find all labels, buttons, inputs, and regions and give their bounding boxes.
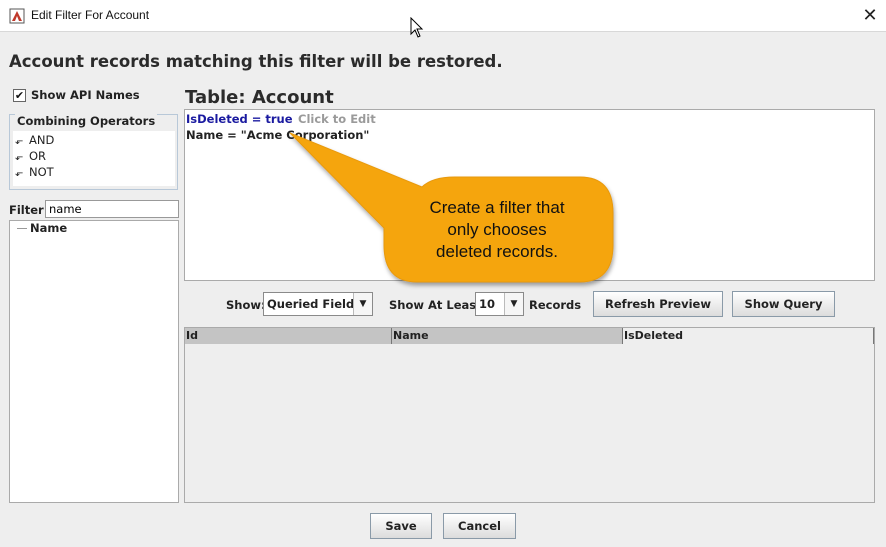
records-label: Records	[529, 298, 582, 312]
field-tree[interactable]	[9, 220, 179, 503]
operator-label: OR	[29, 149, 47, 163]
page-heading: Account records matching this filter wil…	[9, 52, 503, 71]
column-header-name[interactable]: Name	[392, 328, 623, 344]
callout-line: only chooses	[447, 220, 547, 239]
operator-label: AND	[29, 133, 55, 147]
operator-item-and[interactable]: ⬐ AND	[15, 133, 54, 147]
callout-text: Create a filter that only chooses delete…	[384, 197, 610, 263]
filter-condition-isdeleted[interactable]: IsDeleted = true	[186, 112, 293, 126]
show-api-names-label[interactable]: Show API Names	[31, 88, 140, 102]
operator-item-not[interactable]: ⬐ NOT	[15, 165, 54, 179]
table-title: Table: Account	[185, 87, 334, 108]
column-header-isdeleted[interactable]: IsDeleted	[623, 328, 874, 344]
results-table[interactable]	[184, 327, 875, 503]
show-api-names-checkbox[interactable]: ✔	[13, 89, 26, 102]
chevron-down-icon[interactable]: ▼	[353, 293, 372, 315]
save-button[interactable]: Save	[370, 513, 432, 539]
app-icon	[9, 8, 25, 24]
window-title: Edit Filter For Account	[31, 8, 150, 22]
tree-item-name[interactable]: Name	[30, 221, 67, 235]
column-header-id[interactable]: Id	[185, 328, 392, 344]
mouse-cursor-icon	[410, 17, 424, 38]
operator-icon: ⬐	[15, 136, 24, 147]
show-label: Show:	[226, 298, 266, 312]
callout-line: Create a filter that	[429, 198, 565, 217]
combining-operators-legend: Combining Operators	[15, 114, 158, 128]
cancel-button[interactable]: Cancel	[443, 513, 516, 539]
tree-connector	[17, 228, 27, 229]
show-query-button[interactable]: Show Query	[732, 291, 835, 317]
chevron-down-icon[interactable]: ▼	[504, 293, 523, 315]
operator-icon: ⬐	[15, 168, 24, 179]
click-to-edit-hint[interactable]: Click to Edit	[298, 112, 376, 126]
operator-item-or[interactable]: ⬐ OR	[15, 149, 46, 163]
operator-icon: ⬐	[15, 152, 24, 163]
filter-input[interactable]	[45, 200, 179, 218]
refresh-preview-button[interactable]: Refresh Preview	[593, 291, 723, 317]
show-fields-value: Queried Fields	[267, 297, 362, 311]
filter-label: Filter:	[9, 203, 49, 217]
callout-line: deleted records.	[436, 242, 558, 261]
show-at-least-label: Show At Least	[389, 298, 482, 312]
close-button[interactable]: ✕	[856, 3, 884, 29]
show-at-least-value: 10	[479, 297, 496, 311]
operator-label: NOT	[29, 165, 54, 179]
